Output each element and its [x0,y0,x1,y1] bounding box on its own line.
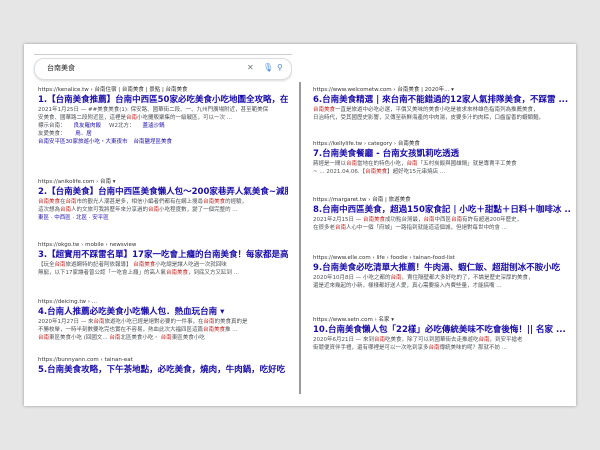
search-result: https://deicing.tw › ... 4.台南人推薦必吃美食小吃懶人包… [38,298,288,342]
sublink[interactable]: 鳥．居 [75,131,92,137]
result-url[interactable]: https://deicing.tw › ... [38,298,288,306]
highlighted-term: 台南 [451,217,463,223]
highlighted-term: 台南 [374,337,386,343]
column-divider [299,82,301,394]
result-snippet: 無窮，以下17家讓者曾公認「一吃會上癮」的高人氣台南美食，到底又方又缸到 ... [38,270,240,276]
highlighted-term: 台南美食 [38,199,61,205]
sublink-label: W2北方： [109,123,135,129]
clear-icon[interactable]: ✕ [247,62,254,74]
highlighted-term: 台南 [160,335,172,341]
search-result: https://kenalice.tw › 台南住宿 | 台南美食 | 景點 |… [38,86,288,146]
result-snippet: 還是近來幾起的小新，樣樣都好送人愛，真心需要接入內費些量，才能搞嘴 ... [313,283,502,289]
result-snippet: 安美食、國華路二段附近區，這裡是台南小吃攤販聚集的一級戰區，可以一次 ... [38,115,233,121]
result-sublinks: 友愛美食： 鳥．居 [38,130,288,138]
search-result: https://margaret.tw › 台南 | 旅遊美食 8.台南中西區美食… [313,196,571,232]
highlighted-term: 台南 [126,115,138,121]
highlighted-term: 台南美食 [203,199,226,205]
sublink-label: 友愛美食： [38,131,68,137]
results-column-right: https://www.welcometw.com › 台南美食 | 2020年… [305,44,576,406]
sitelink[interactable]: 東區 · 中西區 · 北區 · 安平區 [38,215,109,221]
highlighted-term: 台南 [406,161,418,167]
search-result: https://anikolife.com › 台南 ▾ 2.【台南美食】台南中西… [38,178,288,222]
highlighted-term: 台南美食 [166,270,189,276]
search-result: https://www.welcometw.com › 台南美食 | 2020年… [313,86,571,122]
result-snippet: 蔣經是一間以台南當地在的特色小吃，台南「五村炭飯與國雄鍋」就是專賣平工美食 [313,161,517,167]
highlighted-term: 台南 [60,207,72,213]
highlighted-term: 台南 [148,207,160,213]
sublink[interactable]: 良友羅肉飯 [74,123,102,129]
result-snippet: 在很多老台南人心中一個「府城」一路指到就能道這個城，但絕對每世中的會 ... [313,225,508,231]
highlighted-term: 台南 [93,319,105,325]
result-snippet: 不勝枚舉，一時半刻數要吃完也實在不容易，熱血此次大福四區這篇台南美食推 ... [38,327,238,333]
highlighted-term: 台南美食 [203,327,226,333]
search-query[interactable]: 台南美食 [47,63,75,73]
result-snippet: 2021年1月25日 — ##美食美食(1): 保安路、國華街二段、一、九州門廣… [38,107,269,113]
result-title-link[interactable]: 2.【台南美食】台南中西區美食懶人包～200家巷弄人氣美食~減肥者摘 ... [38,186,288,198]
result-sitelinks: 台南安平區30家旅遊小吃・大東夜市 台南鹽埕區美食 [38,138,288,146]
search-result: https://kellylife.tw › category › 台南美食 7.… [313,140,571,176]
result-sublinks: 標示台南： 良友羅肉飯 W2北方： 蓋滷沙鍋 [38,122,288,130]
highlighted-term: 台南 [423,217,435,223]
result-title-link[interactable]: 5.台南美食攻略，下午茶地點，必吃美食，燒肉，牛肉鍋，吃好吃 [38,364,288,376]
result-title-link[interactable]: 10.台南美食懶人包「22樣」必吃傳統美味不吃會後悔！|| 名家 ... [313,324,571,336]
result-snippet: 【玩全台南旅遊網特約記者阿依報導】 台南美食小吃總是讓人吃過一次就回味 [38,262,227,268]
sitelink[interactable]: 台南鹽埕區美食 [134,139,173,145]
search-result: https://www.elle.com › life › foodie › t… [313,254,571,290]
result-title-link[interactable]: 8.台南中西區美食，超過150家食記 | 小吃＋甜點＋日料＋咖啡冰 ... [313,204,571,216]
result-snippet: 2020年1月27日 — 來台南旅遊吃小吃已經是絕對必要的一件事，在台南的美食真… [38,319,248,325]
result-title-link[interactable]: 7.台南美食餐廳 - 台南女孩凱莉吃透透 [313,148,571,160]
result-title-link[interactable]: 4.台南人推薦必吃美食小吃懶人包．熱血玩台南 ▾ [38,306,288,318]
result-title-link[interactable]: 1.【台南美食推薦】台南中西區50家必吃美食小吃地圖全攻略，在 ... [38,94,288,106]
result-snippet: ~ ... 2021.04.06.【台南美食】超好吃15元串燒店 ... [313,169,446,175]
sublink-label: 標示台南： [38,123,66,129]
highlighted-term: 台南 [54,262,66,268]
search-icon[interactable]: ⚲ [277,62,283,74]
result-snippet: 2020年6月21日 — 來到台南吃美食，除了可以到國華街去走推遊吃台南，到安平… [313,337,523,343]
highlighted-term: 台南 [428,345,440,351]
highlighted-term: 台南美食 [363,217,386,223]
result-snippet: 這次想為台南人的文旅可我將歷年來分享過的台南小吃程度數，變了一個完整的 ... [38,207,238,213]
highlighted-term: 台南 [65,199,77,205]
sublink[interactable]: 蓋滷沙鍋 [142,123,164,129]
search-result: https://www.setn.com › 名家 ▾ 10.台南美食懶人包「22… [313,316,571,352]
result-url[interactable]: https://kellylife.tw › category › 台南美食 [313,140,571,148]
result-url[interactable]: https://okgo.tw › mobile › newsview [38,241,288,249]
result-url[interactable]: https://www.welcometw.com › 台南美食 | 2020年… [313,86,571,94]
result-title-link[interactable]: 3.【超實用不踩雷名單】17家一吃會上癮的台南美食！每家都是高 ... [38,249,288,261]
result-snippet: 街競便資伴手禮，還有哪裡是可以一次吃到享多台南傳統美味的呢？那就不妨 ... [313,345,508,351]
result-snippet: 2020年10月8日 — 小吃之都的台南，賣住隔壁都大多好吃的了，不論是歷史深厚… [313,275,534,281]
result-snippet: 日治時代，受其國歷史影響，又傳至新鮮海產的中肉湯，皮要多汁的肉粽，口齒留香的蝦類… [313,115,545,121]
result-snippet: 台南東區美食小吃 (回國文... 台南北區美食小吃・ 台南東區美食小吃 [38,335,205,341]
result-url[interactable]: https://margaret.tw › 台南 | 旅遊美食 [313,196,571,204]
result-snippet: 台南美食一直是旅遊中必吃必選，平價又美味的美食小吃是被求來林雄色指南列為推薦美食… [313,107,539,113]
highlighted-term: 台南美食 [133,262,156,268]
search-bar[interactable]: 台南美食 ✕ 🎙 ⚲ [34,58,292,80]
search-results-sheet: 台南美食 ✕ 🎙 ⚲ https://kenalice.tw › 台南住宿 | … [24,44,576,406]
result-title-link[interactable]: 9.台南美食必吃清單大推薦！牛肉湯、蝦仁飯、超甜刨冰不胺小吃 [313,262,571,274]
result-title-link[interactable]: 6.台南美食精選 | 來台南不能錯過的12家人氣排隊美食，不踩雷 ... [313,94,571,106]
highlighted-term: 台南 [203,319,215,325]
result-url[interactable]: https://bunnyann.com › tainan-eat [38,356,288,364]
search-result: https://bunnyann.com › tainan-eat 5.台南美食攻… [38,356,288,376]
highlighted-term: 台南美食 [313,107,336,113]
result-sitelinks: 東區 · 中西區 · 北區 · 安平區 [38,214,288,222]
highlighted-term: 台南 [38,335,50,341]
search-result: https://okgo.tw › mobile › newsview 3.【超實… [38,241,288,277]
highlighted-term: 台南 [390,275,402,281]
results-column-left: 台南美食 ✕ 🎙 ⚲ https://kenalice.tw › 台南住宿 | … [24,44,292,406]
highlighted-term: 台南 [346,161,358,167]
sitelink[interactable]: 台南安平區30家旅遊小吃・大東夜市 [38,139,128,145]
result-url[interactable]: https://anikolife.com › 台南 ▾ [38,178,288,186]
result-url[interactable]: https://kenalice.tw › 台南住宿 | 台南美食 | 景點 |… [38,86,288,94]
divider-line [34,54,292,55]
result-snippet: 2021年2月15日 — 台南美食成功點台灣最，台南中西區台南有許有超過200年… [313,217,523,223]
result-snippet: 台南美食在台南市的觀光人潮甚是多，相信小編者們都有在網上搜尋台南美食的經驗， [38,199,248,205]
highlighted-term: 台南 [109,335,121,341]
result-url[interactable]: https://www.setn.com › 名家 ▾ [313,316,571,324]
highlighted-term: 台南美食 [365,169,388,175]
result-url[interactable]: https://www.elle.com › life › foodie › t… [313,254,571,262]
microphone-icon[interactable]: 🎙 [263,62,273,74]
highlighted-term: 台南 [335,225,347,231]
highlighted-term: 台南 [478,337,490,343]
